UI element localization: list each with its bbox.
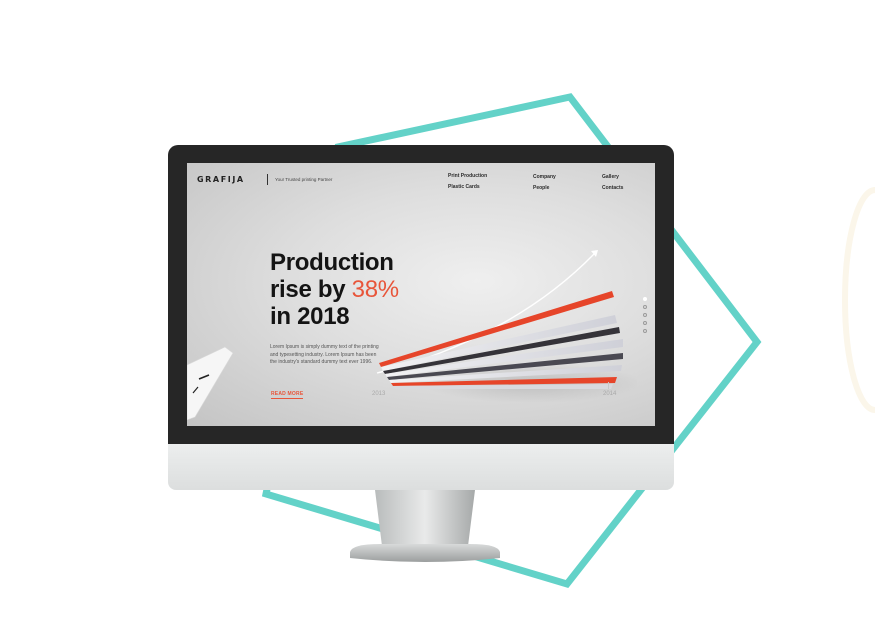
hero-headline: Production rise by 38% in 2018 bbox=[270, 249, 399, 330]
timeline-year-start: 2013 bbox=[372, 391, 386, 397]
timeline-year-end: 2014 bbox=[603, 391, 617, 397]
monitor-stand bbox=[350, 490, 500, 562]
monitor-chin bbox=[168, 444, 674, 490]
hero-headline-line1: Production bbox=[270, 249, 394, 276]
hero-description: Lorem Ipsum is simply dummy text of the … bbox=[270, 344, 379, 366]
timeline-marker bbox=[608, 382, 609, 389]
slider-dot-icon[interactable] bbox=[643, 329, 647, 333]
brand-tagline: Your Trusted printing Partner bbox=[275, 177, 333, 182]
slider-dot-icon[interactable] bbox=[643, 313, 647, 317]
nav-link-company[interactable]: Company bbox=[533, 174, 556, 180]
hero-headline-line3: in 2018 bbox=[270, 303, 350, 330]
decor-ring-shape bbox=[842, 187, 875, 413]
slider-pagination bbox=[643, 297, 649, 337]
slider-dot-icon[interactable] bbox=[643, 305, 647, 309]
notebook-image bbox=[187, 346, 234, 420]
read-more-button[interactable]: READ MORE bbox=[271, 391, 304, 399]
nav-link-plastic-cards[interactable]: Plastic Cards bbox=[448, 184, 480, 190]
hero-headline-line2-text: rise by bbox=[270, 276, 352, 303]
hero-product-image bbox=[376, 250, 637, 403]
slider-dot-icon[interactable] bbox=[643, 297, 647, 301]
hero-headline-percent: 38% bbox=[351, 276, 399, 303]
slider-dot-icon[interactable] bbox=[643, 321, 647, 325]
header-divider bbox=[267, 174, 268, 185]
brand-logo[interactable]: GRAFIJA bbox=[197, 175, 245, 184]
nav-link-people[interactable]: People bbox=[533, 185, 549, 191]
scene: GRAFIJA Your Trusted printing Partner Pr… bbox=[0, 0, 875, 622]
nav-link-gallery[interactable]: Gallery bbox=[602, 174, 619, 180]
hero-headline-line2: rise by 38% bbox=[270, 276, 399, 303]
nav-link-print-production[interactable]: Print Production bbox=[448, 173, 487, 179]
monitor-screen: GRAFIJA Your Trusted printing Partner Pr… bbox=[187, 163, 655, 426]
nav-link-contacts[interactable]: Contacts bbox=[602, 185, 623, 191]
